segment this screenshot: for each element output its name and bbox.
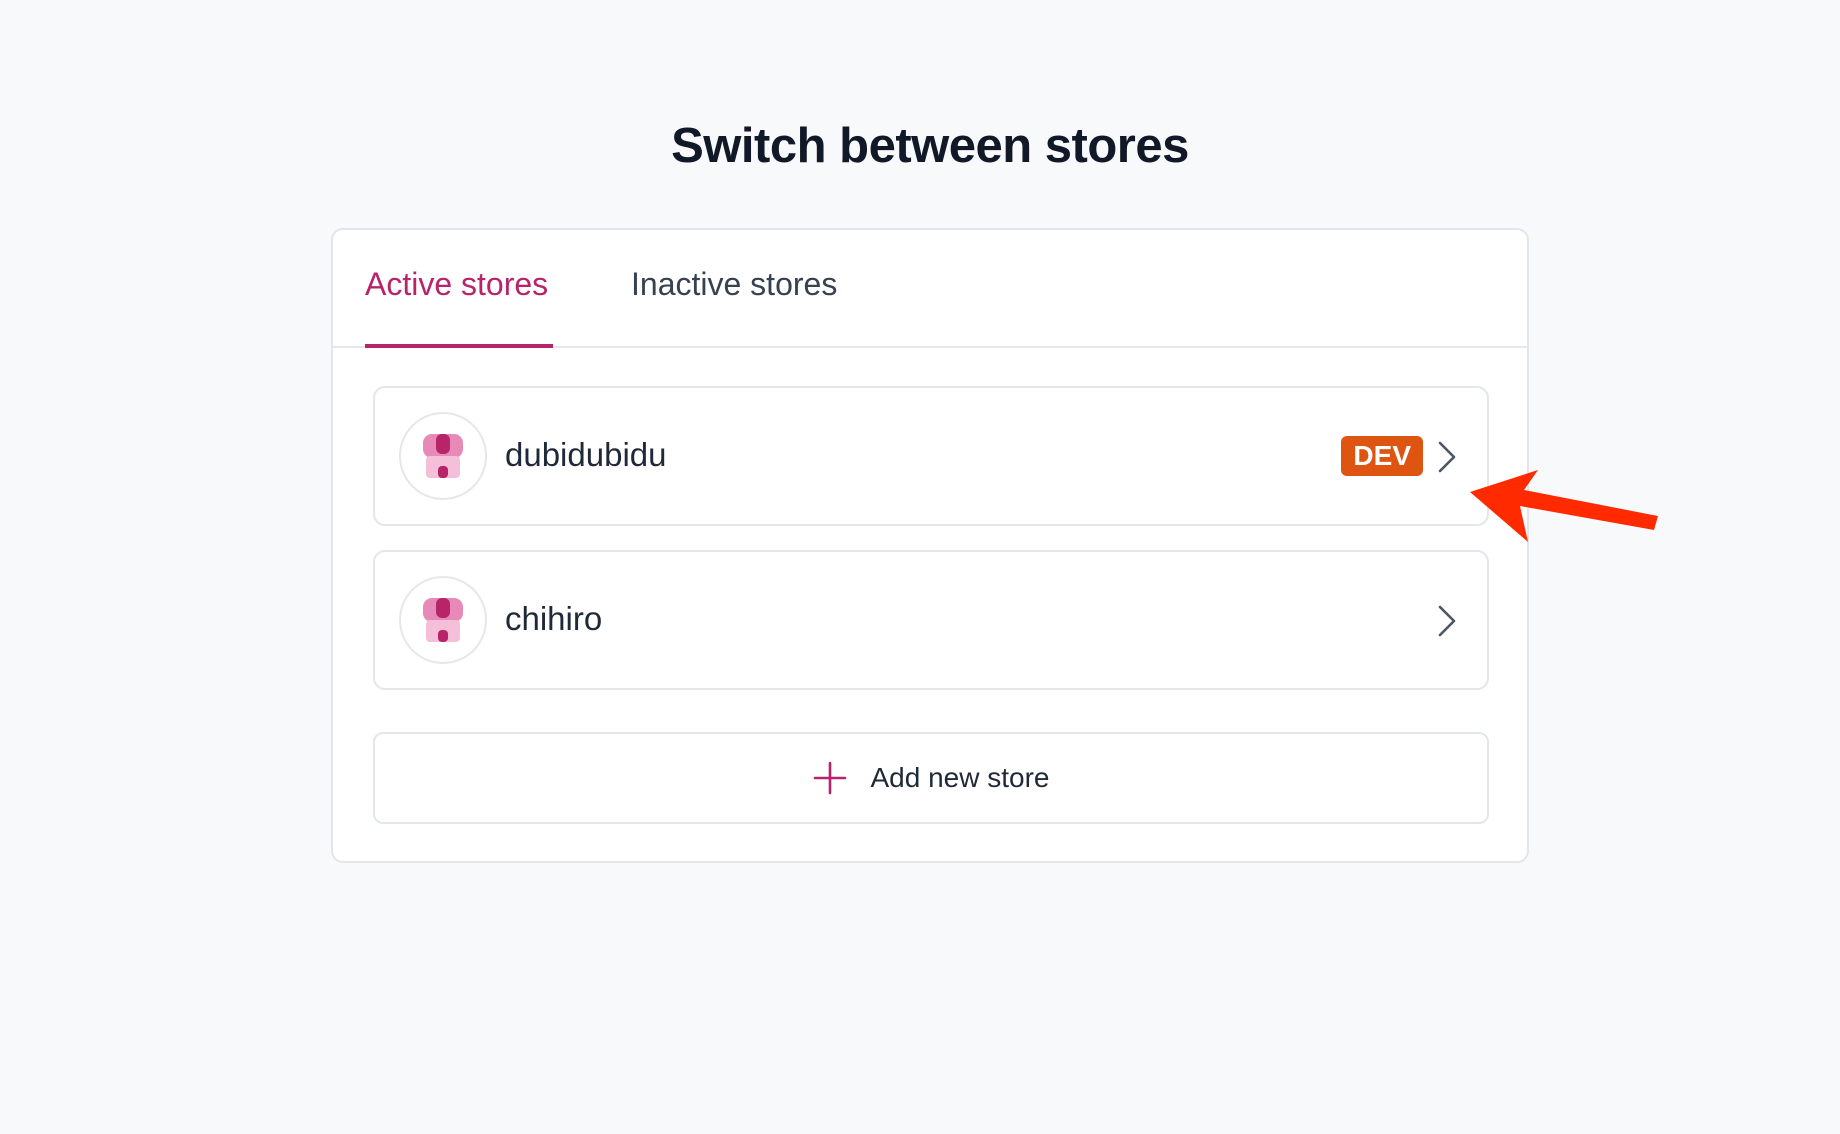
tab-inactive-stores[interactable]: Inactive stores [631, 266, 837, 303]
page-title: Switch between stores [671, 119, 1189, 173]
active-tab-indicator [365, 344, 553, 348]
store-avatar [399, 576, 487, 664]
page: Switch between stores Active stores Inac… [0, 0, 1840, 1134]
dev-badge: DEV [1341, 436, 1423, 476]
annotation-arrow-icon [1470, 470, 1658, 542]
store-switcher-card: Active stores Inactive stores dubidubidu… [331, 228, 1529, 863]
tab-bar: Active stores Inactive stores [333, 230, 1527, 348]
add-new-store-button[interactable]: Add new store [373, 732, 1489, 824]
store-name: chihiro [505, 600, 603, 637]
tab-active-stores[interactable]: Active stores [365, 266, 548, 303]
chevron-right-icon [1438, 605, 1456, 637]
store-avatar [399, 412, 487, 500]
chevron-right-icon [1438, 441, 1456, 473]
store-icon [423, 598, 463, 642]
store-row-chihiro[interactable]: chihiro [373, 550, 1489, 690]
store-row-dubidubidu[interactable]: dubidubidu DEV [373, 386, 1489, 526]
plus-icon [813, 761, 846, 795]
store-icon [423, 434, 463, 478]
store-name: dubidubidu [505, 436, 667, 473]
add-new-store-label: Add new store [870, 762, 1050, 793]
